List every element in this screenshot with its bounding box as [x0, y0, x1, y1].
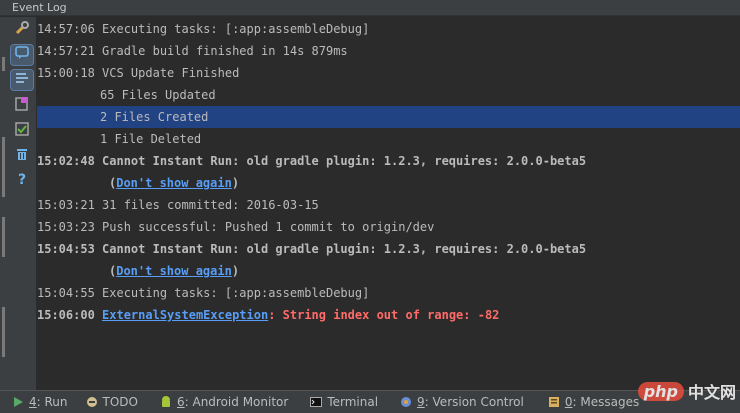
log-line-error: 15:06:00 ExternalSystemException: String…: [37, 304, 740, 326]
log-time: 15:00:18: [37, 66, 95, 80]
left-edge-strip: [0, 17, 8, 390]
terminal-icon: [310, 396, 323, 408]
log-line: (Don't show again): [109, 176, 240, 190]
dont-show-again-link[interactable]: Don't show again: [116, 176, 232, 190]
log-line: 15:03:23 Push successful: Pushed 1 commi…: [37, 216, 740, 238]
log-text: Push successful: Pushed 1 commit to orig…: [94, 220, 435, 234]
log-line-selected[interactable]: 2 Files Created: [37, 106, 740, 128]
php-cn-watermark-logo: php 中文网: [637, 379, 736, 403]
clear-all-button[interactable]: [11, 146, 33, 166]
log-time: 15:04:53: [37, 242, 95, 256]
svg-text:?: ?: [18, 172, 26, 187]
tab-run-number: 4: [29, 395, 37, 409]
toggle-balloons-button[interactable]: [10, 44, 34, 66]
log-text: 2 Files Created: [100, 110, 209, 124]
tab-version-control[interactable]: 9: Version Control: [400, 395, 524, 409]
tab-run-label: : Run: [36, 395, 68, 409]
mark-all-read-button[interactable]: [11, 96, 33, 116]
tab-version-control-label: : Version Control: [424, 395, 524, 409]
log-text: Cannot Instant Run: old gradle plugin: 1…: [94, 242, 587, 256]
tab-messages-label: : Messages: [572, 395, 640, 409]
log-text: Executing tasks: [:app:assembleDebug]: [94, 286, 370, 300]
log-line-warning: 15:04:53 Cannot Instant Run: old gradle …: [37, 238, 740, 260]
tool-window-bar: 4: Run TODO 6: Android Monitor Terminal …: [0, 390, 740, 413]
log-text: VCS Update Finished: [94, 66, 240, 80]
run-icon: [12, 396, 24, 408]
todo-icon: [86, 396, 98, 408]
log-time: 15:06:00: [37, 308, 95, 322]
version-control-icon: [400, 396, 412, 408]
tab-terminal-label: Terminal: [327, 395, 379, 409]
event-log-panel[interactable]: 14:57:06 Executing tasks: [:app:assemble…: [37, 17, 740, 390]
tab-android-monitor[interactable]: 6: Android Monitor: [160, 395, 288, 409]
android-icon: [160, 396, 172, 408]
log-line: 15:03:21 31 files committed: 2016-03-15: [37, 194, 740, 216]
log-text: 1 File Deleted: [100, 132, 202, 146]
log-line: 15:00:18 VCS Update Finished: [37, 62, 740, 84]
event-log-toolbar: ?: [8, 17, 37, 390]
filter-button[interactable]: [10, 69, 34, 91]
log-text: 31 files committed: 2016-03-15: [94, 198, 319, 212]
log-time: 14:57:06: [37, 22, 95, 36]
tab-todo-label: TODO: [102, 395, 138, 409]
log-time: 14:57:21: [37, 44, 95, 58]
log-line: 1 File Deleted: [37, 128, 740, 150]
log-text: Cannot Instant Run: old gradle plugin: 1…: [94, 154, 587, 168]
trash-icon: [14, 146, 30, 166]
settings-button[interactable]: [11, 20, 33, 40]
log-time: 15:03:23: [37, 220, 95, 234]
dont-show-again-link[interactable]: Don't show again: [116, 264, 232, 278]
log-time: 15:04:55: [37, 286, 95, 300]
mark-icon: [14, 96, 30, 116]
tab-messages-number: 0: [564, 395, 573, 409]
watermark-suffix: 中文网: [687, 383, 736, 402]
log-line-warning: 15:02:48 Cannot Instant Run: old gradle …: [37, 150, 740, 172]
tab-version-control-number: 9: [417, 395, 425, 409]
window-title: Event Log: [12, 1, 67, 14]
chat-icon: [14, 45, 30, 65]
checklist-button[interactable]: [11, 121, 33, 141]
help-icon: ?: [14, 171, 30, 191]
log-time: 15:03:21: [37, 198, 95, 212]
tab-messages[interactable]: 0: Messages: [548, 395, 639, 409]
log-text: 65 Files Updated: [100, 88, 216, 102]
log-text: Executing tasks: [:app:assembleDebug]: [94, 22, 370, 36]
checklist-icon: [14, 121, 30, 141]
log-line: 15:04:55 Executing tasks: [:app:assemble…: [37, 282, 740, 304]
tab-terminal[interactable]: Terminal: [310, 395, 378, 409]
settings-icon: [14, 20, 30, 40]
log-line: 14:57:21 Gradle build finished in 14s 87…: [37, 40, 740, 62]
strip-tick: [2, 217, 5, 257]
exception-link[interactable]: ExternalSystemException: [102, 308, 268, 322]
strip-tick: [2, 307, 5, 357]
tab-android-monitor-number: 6: [176, 395, 185, 409]
filter-icon: [14, 70, 30, 90]
tab-run[interactable]: 4: Run: [12, 395, 68, 409]
log-text: Gradle build finished in 14s 879ms: [94, 44, 348, 58]
messages-icon: [548, 396, 560, 408]
tab-android-monitor-label: : Android Monitor: [184, 395, 289, 409]
help-button[interactable]: ?: [11, 171, 33, 191]
log-line: 65 Files Updated: [37, 84, 740, 106]
error-message: : String index out of range: -82: [268, 308, 500, 322]
log-time: 15:02:48: [37, 154, 95, 168]
log-line: (Don't show again): [109, 264, 240, 278]
log-line: 14:57:06 Executing tasks: [:app:assemble…: [37, 18, 740, 40]
event-log-title-bar: Event Log: [0, 0, 740, 16]
strip-tick: [2, 57, 5, 71]
strip-tick: [2, 137, 5, 197]
tab-todo[interactable]: TODO: [86, 395, 138, 409]
watermark-brand: php: [637, 381, 684, 401]
